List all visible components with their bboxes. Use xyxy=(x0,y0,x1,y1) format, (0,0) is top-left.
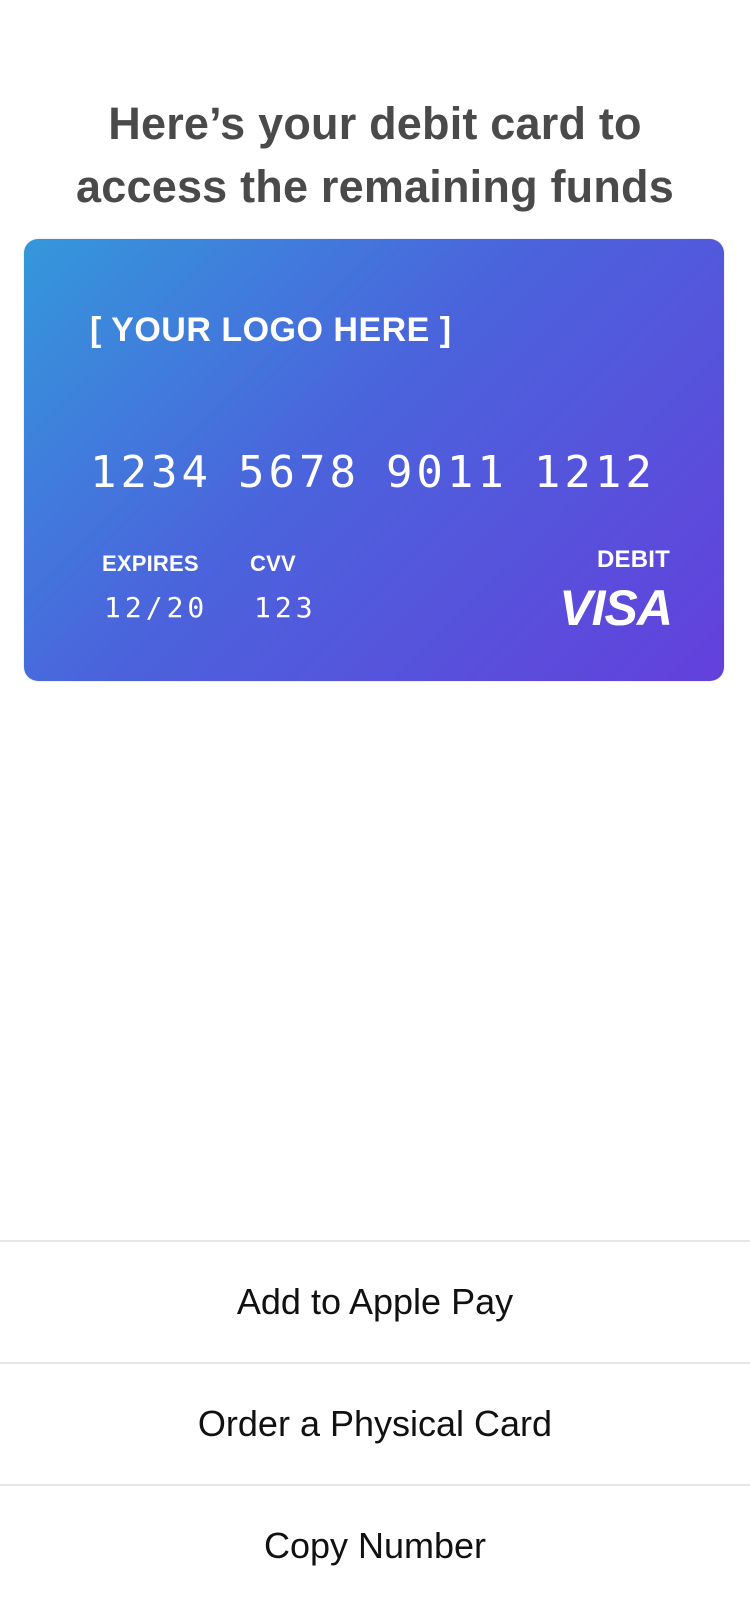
cvv-label: CVV xyxy=(250,551,296,576)
cvv-value: 123 xyxy=(254,591,317,624)
copy-number-button[interactable]: Copy Number xyxy=(0,1484,750,1606)
title-line-1: Here’s your debit card to xyxy=(108,98,642,149)
debit-label: DEBIT xyxy=(597,546,670,573)
debit-card: [ YOUR LOGO HERE ] 1234 5678 9011 1212 E… xyxy=(24,239,724,681)
page-title: Here’s your debit card to access the rem… xyxy=(0,92,750,218)
title-line-2: access the remaining funds xyxy=(76,161,674,212)
add-to-apple-pay-button[interactable]: Add to Apple Pay xyxy=(0,1240,750,1362)
card-number-group-1: 1234 xyxy=(90,447,212,498)
order-physical-card-button[interactable]: Order a Physical Card xyxy=(0,1362,750,1484)
card-number-group-2: 5678 xyxy=(237,447,360,498)
card-logo-placeholder: [ YOUR LOGO HERE ] xyxy=(90,311,452,349)
actions-list: Add to Apple Pay Order a Physical Card C… xyxy=(0,1240,750,1606)
expires-value: 12/20 xyxy=(104,591,209,624)
card-number-group-4: 1212 xyxy=(533,447,656,498)
card-number: 1234 5678 9011 1212 xyxy=(90,447,656,498)
expires-label: EXPIRES xyxy=(102,551,199,576)
visa-logo: VISA xyxy=(559,580,673,636)
card-number-group-3: 9011 xyxy=(385,447,508,498)
